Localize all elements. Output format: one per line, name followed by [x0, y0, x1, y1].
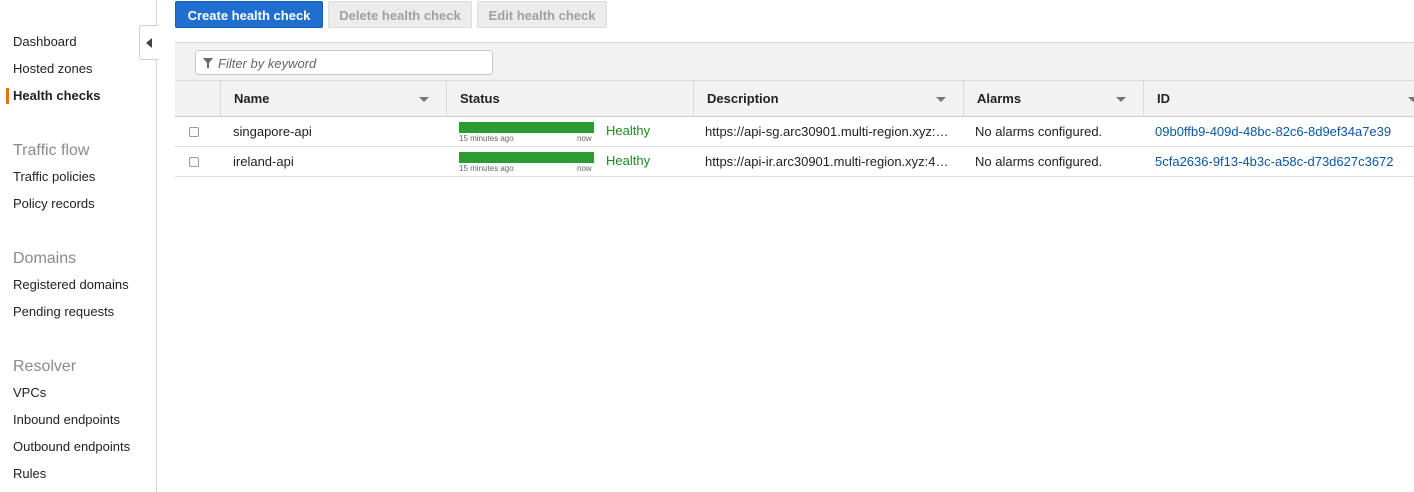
column-label: Status [460, 91, 500, 106]
column-header-alarms[interactable]: Alarms [963, 81, 1143, 117]
row-name: ireland-api [233, 154, 294, 169]
health-history-bar [459, 122, 594, 133]
status-badge: Healthy [606, 123, 651, 138]
bar-end-label: now [577, 134, 592, 143]
sidebar-item-vpcs[interactable]: VPCs [13, 385, 46, 401]
sidebar-item-health-checks[interactable]: Health checks [13, 88, 100, 104]
row-checkbox[interactable] [189, 127, 199, 137]
sidebar-item-registered-domains[interactable]: Registered domains [13, 277, 129, 293]
table-row[interactable]: singapore-api 15 minutes ago now Healthy… [175, 117, 1414, 147]
section-title-resolver: Resolver [13, 358, 77, 375]
sort-caret-icon[interactable] [1408, 97, 1414, 102]
create-health-check-button[interactable]: Create health check [175, 1, 323, 28]
status-badge: Healthy [606, 153, 651, 168]
bar-start-label: 15 minutes ago [459, 134, 514, 143]
sidebar: Dashboard Hosted zones Health checks Tra… [0, 0, 157, 492]
row-id-link[interactable]: 09b0ffb9-409d-48bc-82c6-8d9ef34a7e39 [1155, 124, 1391, 139]
row-name: singapore-api [233, 124, 312, 139]
filter-icon [203, 58, 213, 68]
active-indicator [6, 88, 9, 104]
edit-health-check-button[interactable]: Edit health check [477, 1, 607, 28]
sort-caret-icon[interactable] [1116, 97, 1126, 102]
column-label: Alarms [977, 91, 1022, 106]
column-header-status: Status [446, 81, 693, 117]
sidebar-item-outbound-endpoints[interactable]: Outbound endpoints [13, 439, 130, 455]
sidebar-item-pending-requests[interactable]: Pending requests [13, 304, 114, 320]
sidebar-item-hosted-zones[interactable]: Hosted zones [13, 61, 93, 77]
delete-health-check-button[interactable]: Delete health check [328, 1, 472, 28]
row-alarms: No alarms configured. [975, 124, 1103, 139]
bar-end-label: now [577, 164, 592, 173]
column-label: ID [1157, 91, 1170, 106]
filter-placeholder: Filter by keyword [218, 56, 317, 71]
row-id-link[interactable]: 5cfa2636-9f13-4b3c-a58c-d73d627c3672 [1155, 154, 1394, 169]
column-label: Description [707, 91, 779, 106]
sidebar-item-dashboard[interactable]: Dashboard [13, 34, 77, 50]
bar-start-label: 15 minutes ago [459, 164, 514, 173]
table-row[interactable]: ireland-api 15 minutes ago now Healthy h… [175, 147, 1414, 177]
sidebar-item-policy-records[interactable]: Policy records [13, 196, 95, 212]
column-header-description[interactable]: Description [693, 81, 963, 117]
collapse-sidebar-button[interactable] [139, 25, 158, 60]
section-title-traffic-flow: Traffic flow [13, 142, 90, 159]
chevron-left-icon [146, 38, 152, 48]
table-header: Name Status Description Alarms ID [175, 80, 1414, 117]
sidebar-item-inbound-endpoints[interactable]: Inbound endpoints [13, 412, 120, 428]
column-header-name[interactable]: Name [220, 81, 446, 117]
row-alarms: No alarms configured. [975, 154, 1103, 169]
filter-bar: Filter by keyword [175, 42, 1414, 80]
sidebar-item-traffic-policies[interactable]: Traffic policies [13, 169, 95, 185]
column-header-id[interactable]: ID [1143, 81, 1414, 117]
section-title-domains: Domains [13, 250, 77, 267]
row-description: https://api-ir.arc30901.multi-region.xyz… [705, 154, 949, 169]
sort-caret-icon[interactable] [419, 97, 429, 102]
sort-caret-icon[interactable] [936, 97, 946, 102]
column-label: Name [234, 91, 270, 106]
row-description: https://api-sg.arc30901.multi-region.xyz… [705, 124, 949, 139]
filter-input[interactable]: Filter by keyword [195, 50, 493, 75]
sidebar-item-rules[interactable]: Rules [13, 466, 46, 482]
health-history-bar [459, 152, 594, 163]
row-checkbox[interactable] [189, 157, 199, 167]
